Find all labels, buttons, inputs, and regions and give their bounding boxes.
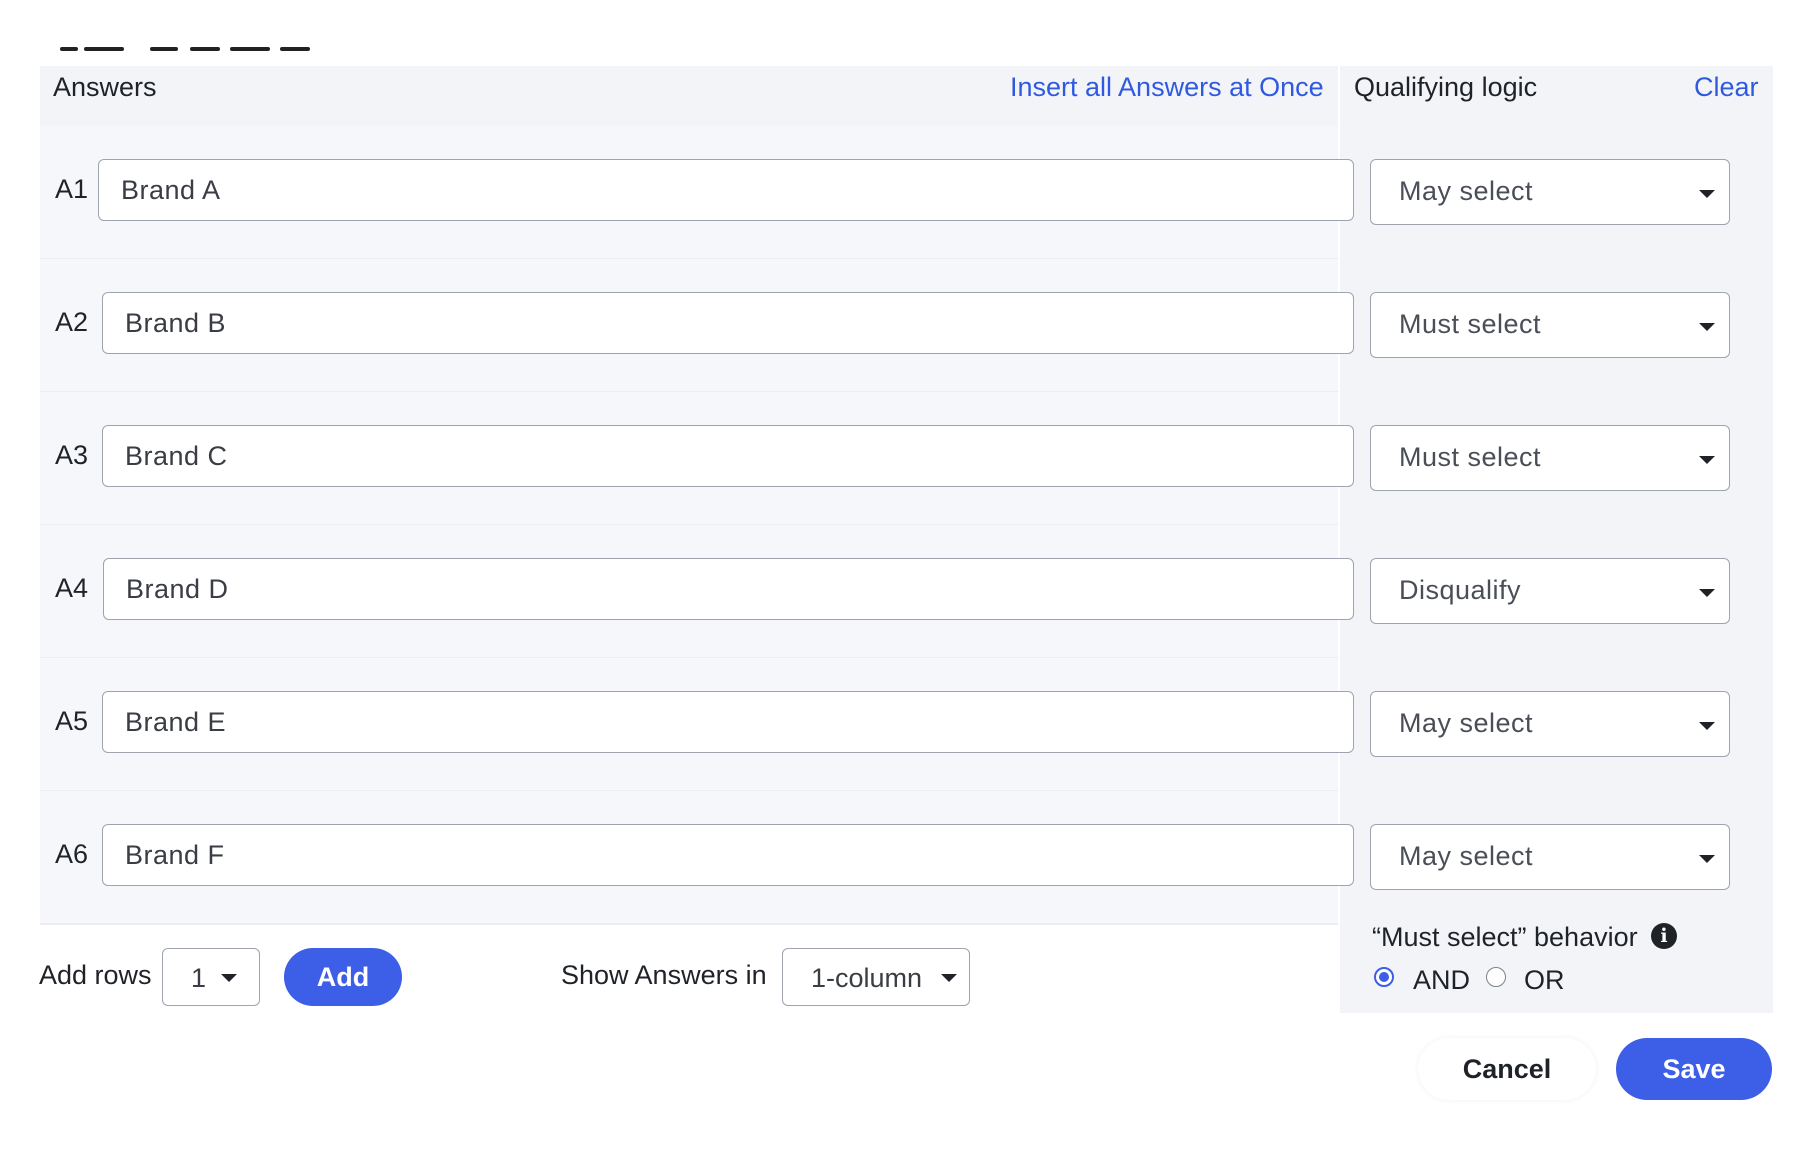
logic-select-a1[interactable]: May select <box>1370 159 1730 225</box>
answer-input-a2[interactable] <box>102 292 1354 354</box>
answer-row-a4: A4 Disqualify <box>40 525 1773 659</box>
show-answers-select[interactable]: 1-column <box>782 948 970 1006</box>
add-rows-select[interactable]: 1 <box>162 948 260 1006</box>
clear-link[interactable]: Clear <box>1694 72 1759 103</box>
save-button[interactable]: Save <box>1616 1038 1772 1100</box>
logic-select-a4[interactable]: Disqualify <box>1370 558 1730 624</box>
add-rows-button[interactable]: Add <box>284 948 402 1006</box>
logic-select-a6[interactable]: May select <box>1370 824 1730 890</box>
chevron-down-icon <box>1699 589 1715 597</box>
logic-select-a5[interactable]: May select <box>1370 691 1730 757</box>
answer-label: A6 <box>55 839 89 869</box>
chevron-down-icon <box>1699 456 1715 464</box>
answer-row-a6: A6 May select <box>40 791 1773 925</box>
insert-all-answers-link[interactable]: Insert all Answers at Once <box>1010 72 1324 103</box>
answer-label: A3 <box>55 440 89 470</box>
answer-row-a5: A5 May select <box>40 658 1773 792</box>
add-rows-value: 1 <box>191 963 207 993</box>
chevron-down-icon <box>1699 855 1715 863</box>
qualifying-logic-title: Qualifying logic <box>1354 72 1538 102</box>
answer-label: A1 <box>55 174 89 204</box>
or-radio-label: OR <box>1524 965 1565 995</box>
answer-label: A4 <box>55 573 89 603</box>
chevron-down-icon <box>1699 722 1715 730</box>
logic-select-value: May select <box>1399 176 1534 206</box>
logic-select-a2[interactable]: Must select <box>1370 292 1730 358</box>
and-radio-label: AND <box>1413 965 1471 995</box>
show-answers-value: 1-column <box>811 963 923 993</box>
answer-input-a5[interactable] <box>102 691 1354 753</box>
logic-select-value: Disqualify <box>1399 575 1522 605</box>
answer-row-a2: A2 Must select <box>40 259 1773 393</box>
or-radio[interactable] <box>1486 967 1506 987</box>
chevron-down-icon <box>221 974 237 982</box>
answer-label: A2 <box>55 307 89 337</box>
answer-input-a3[interactable] <box>102 425 1354 487</box>
answer-row-a1: A1 May select <box>40 126 1773 260</box>
logic-select-value: May select <box>1399 841 1534 871</box>
and-radio[interactable] <box>1374 967 1394 987</box>
chevron-down-icon <box>1699 190 1715 198</box>
logic-select-value: Must select <box>1399 442 1542 472</box>
logic-select-value: Must select <box>1399 309 1542 339</box>
answer-input-a1[interactable] <box>98 159 1354 221</box>
logic-select-a3[interactable]: Must select <box>1370 425 1730 491</box>
chevron-down-icon <box>941 974 957 982</box>
answers-title: Answers <box>53 72 157 102</box>
chevron-down-icon <box>1699 323 1715 331</box>
cut-off-heading <box>60 40 320 52</box>
answer-label: A5 <box>55 706 89 736</box>
answer-input-a6[interactable] <box>102 824 1354 886</box>
answer-row-a3: A3 Must select <box>40 392 1773 526</box>
cancel-button[interactable]: Cancel <box>1418 1038 1596 1100</box>
info-icon[interactable]: i <box>1651 923 1677 949</box>
must-select-behavior-title: “Must select” behavior <box>1372 922 1638 952</box>
show-answers-label: Show Answers in <box>561 960 767 990</box>
answer-input-a4[interactable] <box>103 558 1354 620</box>
logic-select-value: May select <box>1399 708 1534 738</box>
add-rows-label: Add rows <box>39 960 152 990</box>
